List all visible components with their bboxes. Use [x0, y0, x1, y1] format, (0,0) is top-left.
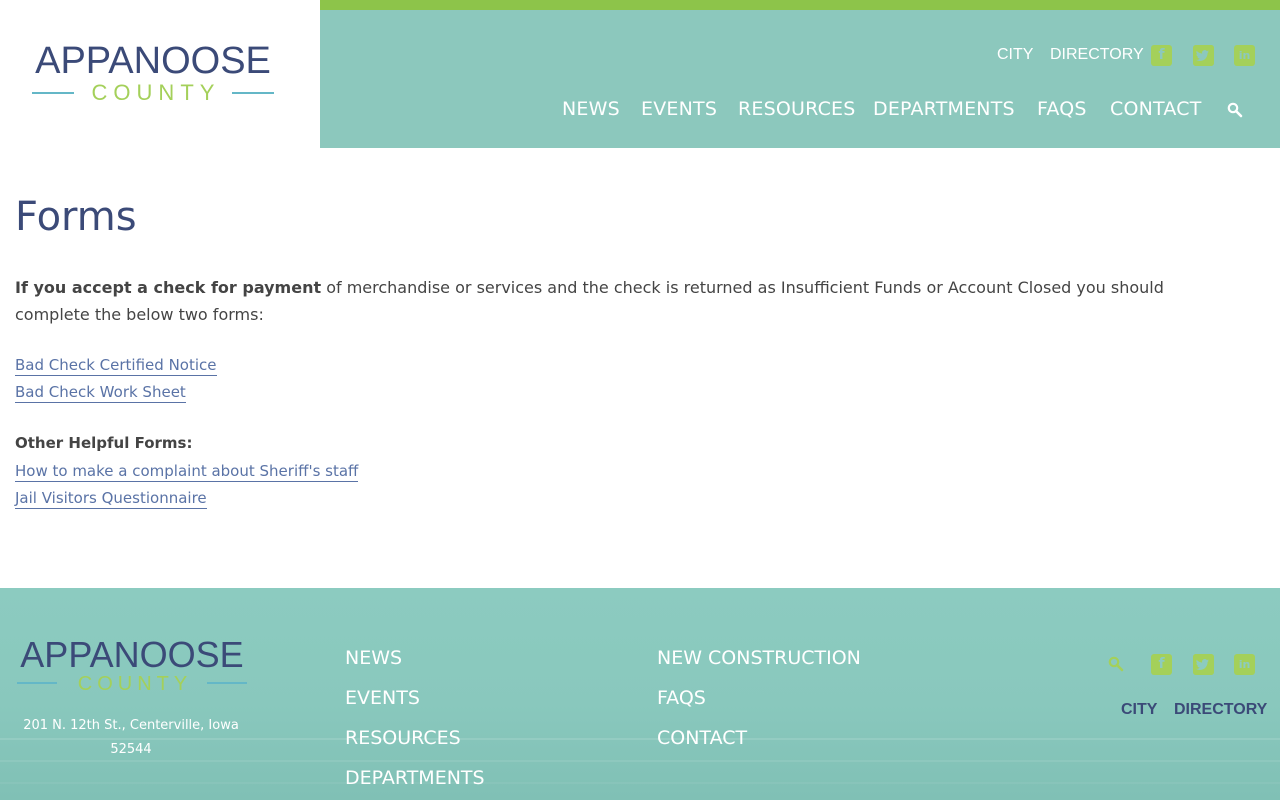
- footer-city-link[interactable]: CITY: [1121, 700, 1157, 720]
- search-icon[interactable]: [1226, 101, 1244, 119]
- linkedin-icon[interactable]: in: [1234, 45, 1255, 66]
- footer-logo-rule-left: [17, 682, 57, 684]
- nav-departments[interactable]: DEPARTMENTS: [873, 97, 1015, 121]
- footer-nav-faqs[interactable]: FAQS: [657, 686, 706, 710]
- footer-twitter-icon[interactable]: [1193, 654, 1214, 675]
- nav-resources[interactable]: RESOURCES: [738, 97, 856, 121]
- logo-county-text: COUNTY: [91, 80, 221, 105]
- footer-logo-county-text: COUNTY: [77, 673, 193, 695]
- site-footer: APPANOOSE COUNTY 201 N. 12th St., Center…: [0, 588, 1280, 800]
- bad-check-work-sheet-link[interactable]: Bad Check Work Sheet: [15, 382, 186, 403]
- nav-news[interactable]: NEWS: [562, 97, 620, 121]
- footer-logo[interactable]: APPANOOSE COUNTY: [17, 634, 247, 698]
- footer-texture-line: [0, 782, 1280, 784]
- nav-faqs[interactable]: FAQS: [1037, 97, 1087, 121]
- intro-paragraph: If you accept a check for payment of mer…: [15, 274, 1215, 328]
- sheriff-complaint-link[interactable]: How to make a complaint about Sheriff's …: [15, 461, 359, 482]
- jail-visitors-questionnaire-link[interactable]: Jail Visitors Questionnaire: [15, 488, 207, 509]
- footer-address: 201 N. 12th St., Centerville, Iowa 52544: [23, 718, 239, 757]
- logo-area: APPANOOSE COUNTY: [0, 0, 320, 148]
- intro-emphasis: If you accept a check for payment: [15, 278, 322, 297]
- header-city-link[interactable]: CITY: [997, 45, 1033, 65]
- footer-nav-news[interactable]: NEWS: [345, 646, 402, 670]
- footer-nav-resources[interactable]: RESOURCES: [345, 726, 461, 750]
- footer-directory-link[interactable]: DIRECTORY: [1174, 700, 1267, 720]
- bad-check-certified-notice-link[interactable]: Bad Check Certified Notice: [15, 355, 217, 376]
- logo-wordmark-top: APPANOOSE: [35, 40, 271, 82]
- footer-search-icon[interactable]: [1107, 655, 1125, 673]
- footer-nav-new-construction[interactable]: NEW CONSTRUCTION: [657, 646, 861, 670]
- logo-rule-left: [32, 92, 74, 94]
- logo-wordmark-bottom: COUNTY: [32, 80, 274, 106]
- header-accent-strip: [320, 0, 1280, 10]
- footer-logo-rule-right: [207, 682, 247, 684]
- nav-contact[interactable]: CONTACT: [1110, 97, 1202, 121]
- footer-nav-events[interactable]: EVENTS: [345, 686, 420, 710]
- nav-events[interactable]: EVENTS: [641, 97, 717, 121]
- header-directory-link[interactable]: DIRECTORY: [1050, 45, 1144, 65]
- other-forms-heading: Other Helpful Forms:: [15, 434, 193, 452]
- logo-rule-right: [232, 92, 274, 94]
- footer-logo-wordmark-top: APPANOOSE: [20, 634, 244, 675]
- twitter-icon[interactable]: [1193, 45, 1214, 66]
- header-bar: [320, 0, 1280, 148]
- footer-nav-contact[interactable]: CONTACT: [657, 726, 747, 750]
- footer-linkedin-icon[interactable]: in: [1234, 654, 1255, 675]
- footer-nav-departments[interactable]: DEPARTMENTS: [345, 766, 485, 790]
- page-title: Forms: [15, 194, 137, 240]
- footer-facebook-icon[interactable]: f: [1151, 654, 1172, 675]
- site-logo[interactable]: APPANOOSE COUNTY: [32, 42, 274, 106]
- footer-logo-wordmark-bottom: COUNTY: [17, 672, 247, 698]
- facebook-icon[interactable]: f: [1151, 45, 1172, 66]
